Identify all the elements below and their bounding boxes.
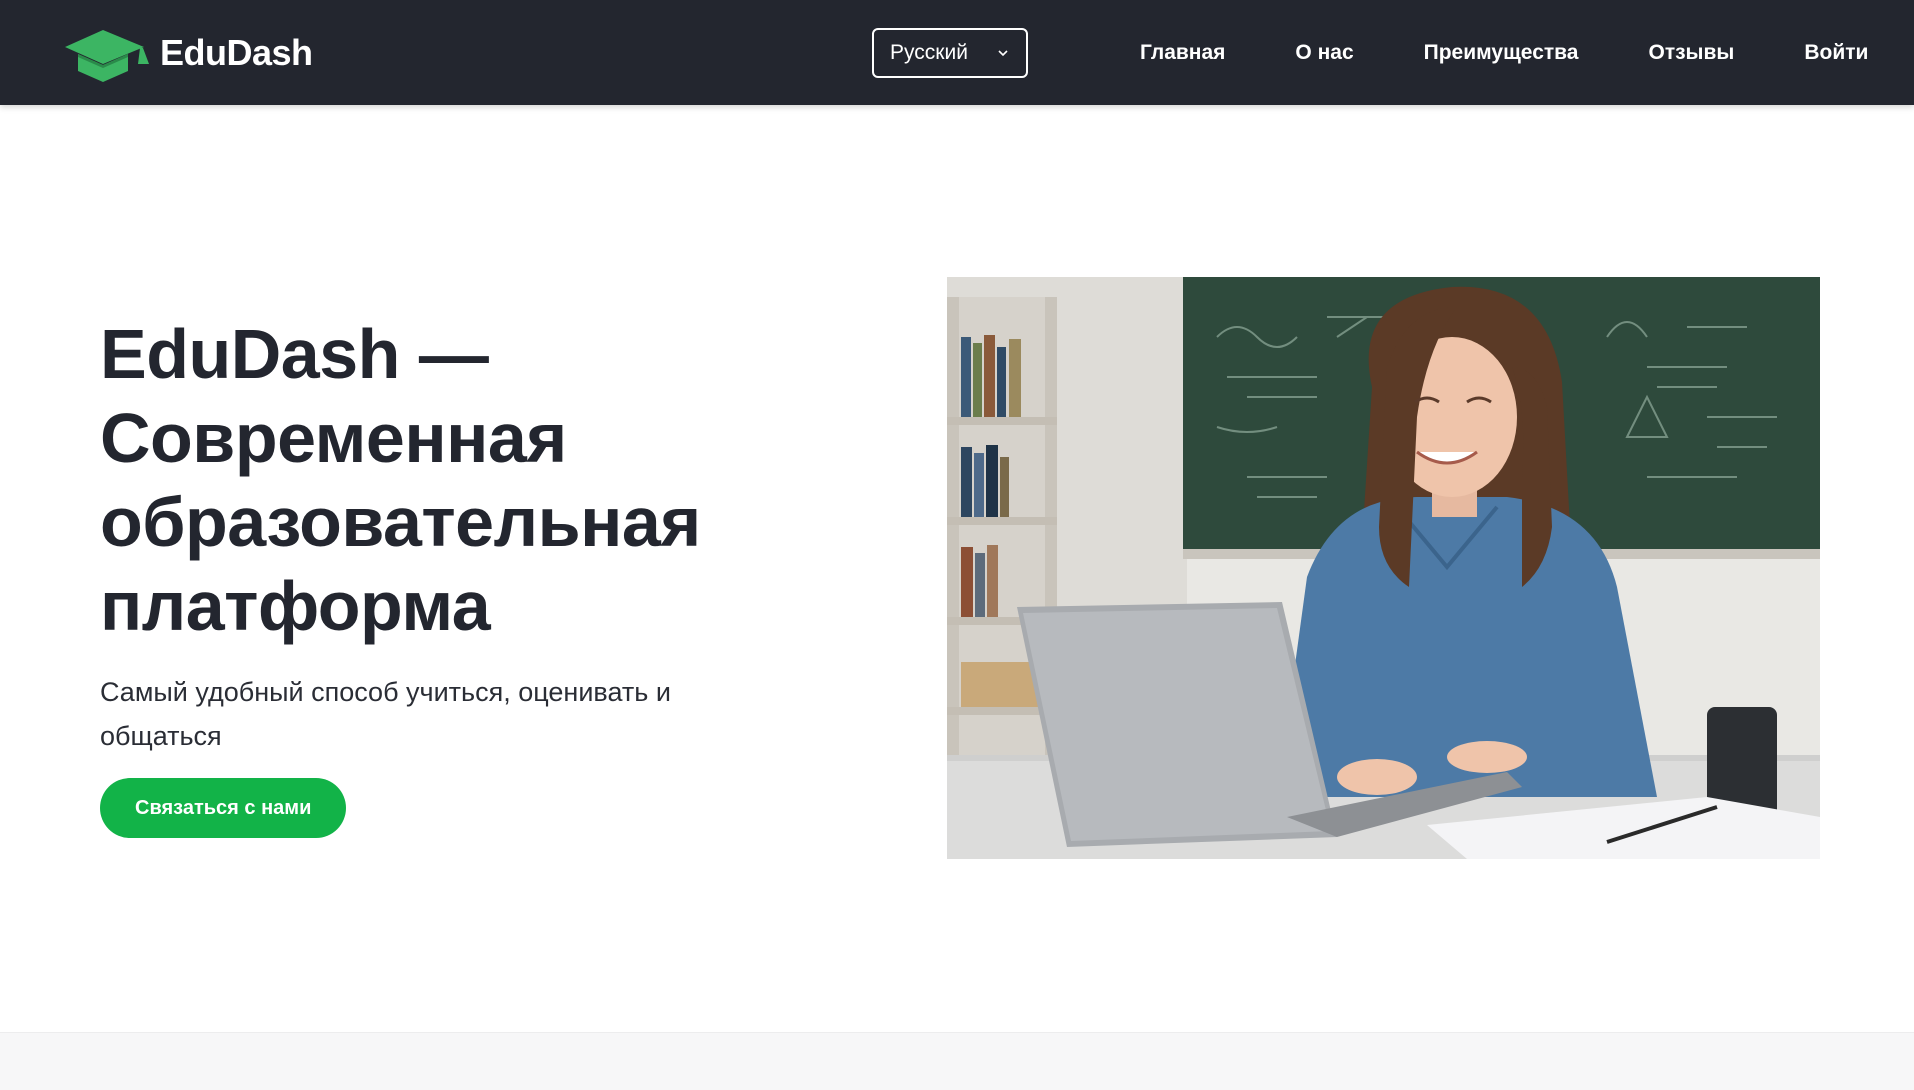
student-laptop-photo: [947, 277, 1820, 859]
chevron-down-icon: [998, 50, 1008, 57]
nav-link-features[interactable]: Преимущества: [1424, 41, 1579, 65]
hero-title-line: Современная: [100, 399, 567, 477]
nav-link-about[interactable]: О нас: [1295, 41, 1353, 65]
hero-section: EduDash — Современная образовательная пл…: [100, 312, 840, 838]
nav-link-reviews[interactable]: Отзывы: [1648, 41, 1734, 65]
hero-title-line: платформа: [100, 567, 491, 645]
next-section-band: [0, 1032, 1914, 1090]
brand-name: EduDash: [160, 32, 313, 73]
hero-image: [947, 277, 1820, 859]
hero-subtitle: Самый удобный способ учиться, оценивать …: [100, 677, 671, 751]
nav-link-home[interactable]: Главная: [1140, 41, 1225, 65]
hero-title: EduDash — Современная образовательная пл…: [100, 312, 840, 648]
language-select-value: Русский: [890, 41, 968, 64]
top-navbar: EduDash Русский Главная О нас Преимущест…: [0, 0, 1914, 105]
hero-title-line: EduDash —: [100, 315, 489, 393]
main-nav: Главная О нас Преимущества Отзывы Войти: [1100, 0, 1903, 105]
contact-us-button[interactable]: Связаться с нами: [100, 778, 347, 838]
language-select[interactable]: Русский: [872, 28, 1028, 78]
hero-title-line: образовательная: [100, 483, 701, 561]
nav-link-login[interactable]: Войти: [1804, 41, 1868, 65]
brand-logo[interactable]: EduDash: [60, 24, 313, 82]
graduation-cap-icon: [65, 30, 149, 82]
